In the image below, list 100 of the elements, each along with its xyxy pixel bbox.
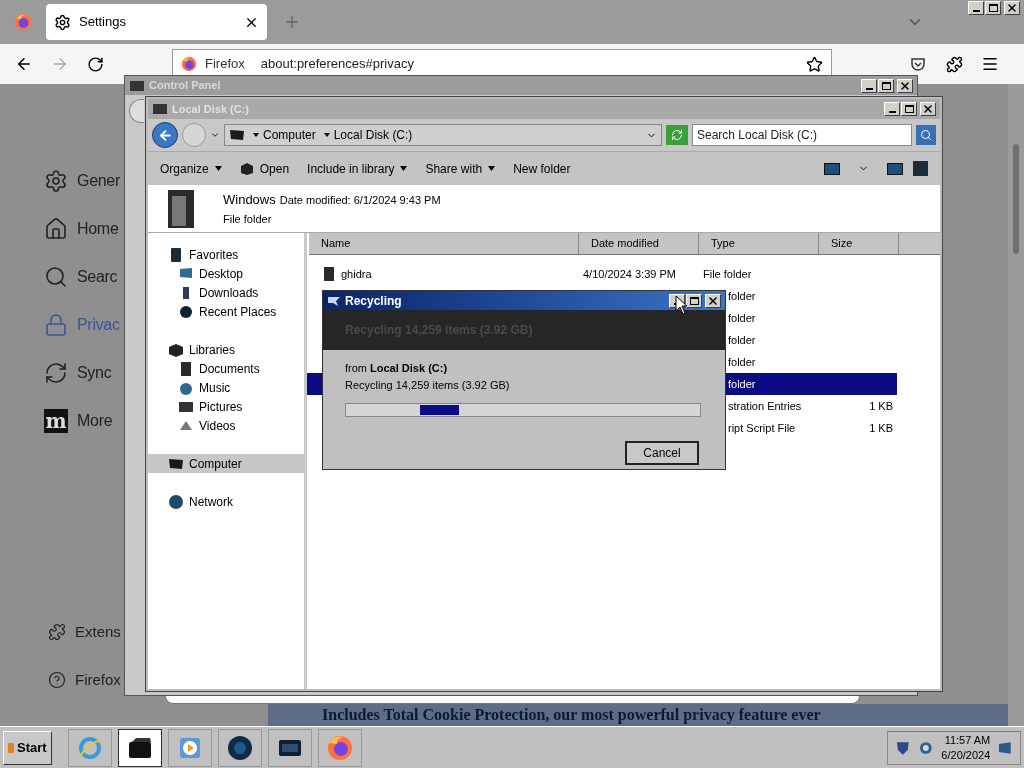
menu-icon[interactable] [981,55,999,73]
cancel-button[interactable]: Cancel [625,441,699,465]
search-button[interactable] [916,125,936,145]
maximize-button[interactable] [985,1,1001,15]
pocket-icon[interactable] [910,56,926,72]
reload-icon[interactable] [87,55,104,73]
preview-pane-button[interactable] [887,162,903,175]
back-icon[interactable] [15,55,33,73]
nav-item[interactable]: Videos [158,416,304,435]
close-button[interactable] [705,293,721,308]
toolbar-button[interactable]: Include in library [307,159,408,178]
privacy-banner: Includes Total Cookie Protection, our most powerful privacy feature ever [268,704,1008,726]
close-button[interactable] [897,78,913,93]
box-icon [239,161,254,176]
extensions-icon[interactable] [946,55,963,73]
sidebar-item[interactable]: Firefox [48,656,121,704]
caret-icon [488,166,496,171]
nav-item[interactable]: Favorites [148,245,304,264]
minimize-icon [865,87,873,90]
caret-icon [214,166,222,171]
taskbar-app[interactable] [117,728,162,767]
nav-item[interactable]: Network [148,492,304,511]
nav-item[interactable]: Music [158,378,304,397]
recycle-icon [327,294,341,307]
nav-item[interactable]: Downloads [158,283,304,302]
type-cell-text: stration Entries [728,398,803,414]
nav-item[interactable]: Desktop [158,264,304,283]
toolbar-button[interactable]: Organize [160,159,222,178]
nav-item[interactable]: Documents [158,359,304,378]
network-icon [168,493,184,510]
browser-tab[interactable]: Settings [46,4,267,40]
bookmark-star-icon[interactable] [806,55,823,73]
search-field[interactable]: Search Local Disk (C:) [692,124,912,146]
breadcrumb-item[interactable]: Computer [263,126,316,144]
close-button[interactable] [920,102,936,116]
file-row[interactable]: ghidra 4/10/2024 3:39 PM File folder [307,263,940,285]
nav-item[interactable]: Computer [148,454,304,473]
sync-icon [44,361,68,385]
toolbar-button[interactable]: New folder [513,159,571,178]
maximize-icon [689,296,699,305]
globe-icon [225,733,254,762]
mouse-pointer-icon [675,295,689,315]
firefox-icon [325,733,354,762]
network-icon[interactable] [917,739,934,756]
refresh-icon [671,129,683,141]
search-icon [920,129,932,141]
column-header[interactable]: Name [309,233,579,254]
address-field[interactable]: Computer Local Disk (C:) [224,124,662,146]
sidebar-item[interactable]: Searc [44,253,120,301]
type-cell-text: File folder [702,266,753,282]
close-icon [707,294,719,307]
doc-icon [178,360,194,377]
caret-icon[interactable] [253,133,259,137]
toolbar-button[interactable]: Share with [425,159,496,178]
nav-item[interactable]: Pictures [158,397,304,416]
help-icon [48,671,66,689]
start-button[interactable]: Start [3,730,52,765]
caret-icon[interactable] [323,133,330,137]
toolbar-button[interactable]: Open [239,159,290,178]
sidebar-item[interactable]: Extens [48,608,121,656]
sidebar-item[interactable]: Gener [44,157,120,205]
maximize-button[interactable] [686,293,702,308]
minimize-button[interactable] [861,78,877,93]
search-icon [44,265,68,289]
back-button[interactable] [152,122,178,148]
column-header[interactable]: Date modified [579,233,699,254]
close-icon [1006,2,1018,14]
close-button[interactable] [1004,1,1020,15]
maximize-button[interactable] [878,78,894,93]
taskbar-app[interactable] [267,728,312,767]
library-icon [168,341,184,358]
settings-icon [54,13,71,31]
refresh-button[interactable] [666,125,688,145]
minimize-button[interactable] [884,102,900,116]
shield-icon[interactable] [896,739,910,756]
taskbar-app[interactable] [217,728,262,767]
clock-date: 6/20/2024 [941,747,991,763]
nav-item[interactable]: Libraries [148,340,304,359]
minimize-button[interactable] [968,1,984,15]
notification-icon[interactable] [998,740,1012,755]
sidebar-item[interactable]: m More [44,397,120,445]
minimize-icon [888,111,896,113]
nav-item[interactable]: Recent Places [158,302,304,321]
size-cell-text: 1 KB [868,398,893,414]
size-cell-text: 1 KB [868,420,893,436]
puzzle-icon [48,623,66,641]
close-icon [899,79,911,92]
breadcrumb-item[interactable]: Local Disk (C:) [333,126,413,144]
maximize-icon [881,81,891,90]
lock-icon [44,313,68,337]
column-header[interactable]: Type [699,233,819,254]
close-icon [922,103,934,115]
history-dropdown-icon[interactable] [210,130,220,140]
column-header[interactable]: Size [819,233,899,254]
maximize-icon [904,105,914,113]
view-button[interactable] [824,162,840,175]
sidebar-item[interactable]: Home [44,205,120,253]
maximize-button[interactable] [901,102,917,116]
sidebar-item[interactable]: Sync [44,349,120,397]
caret-icon [400,166,408,171]
